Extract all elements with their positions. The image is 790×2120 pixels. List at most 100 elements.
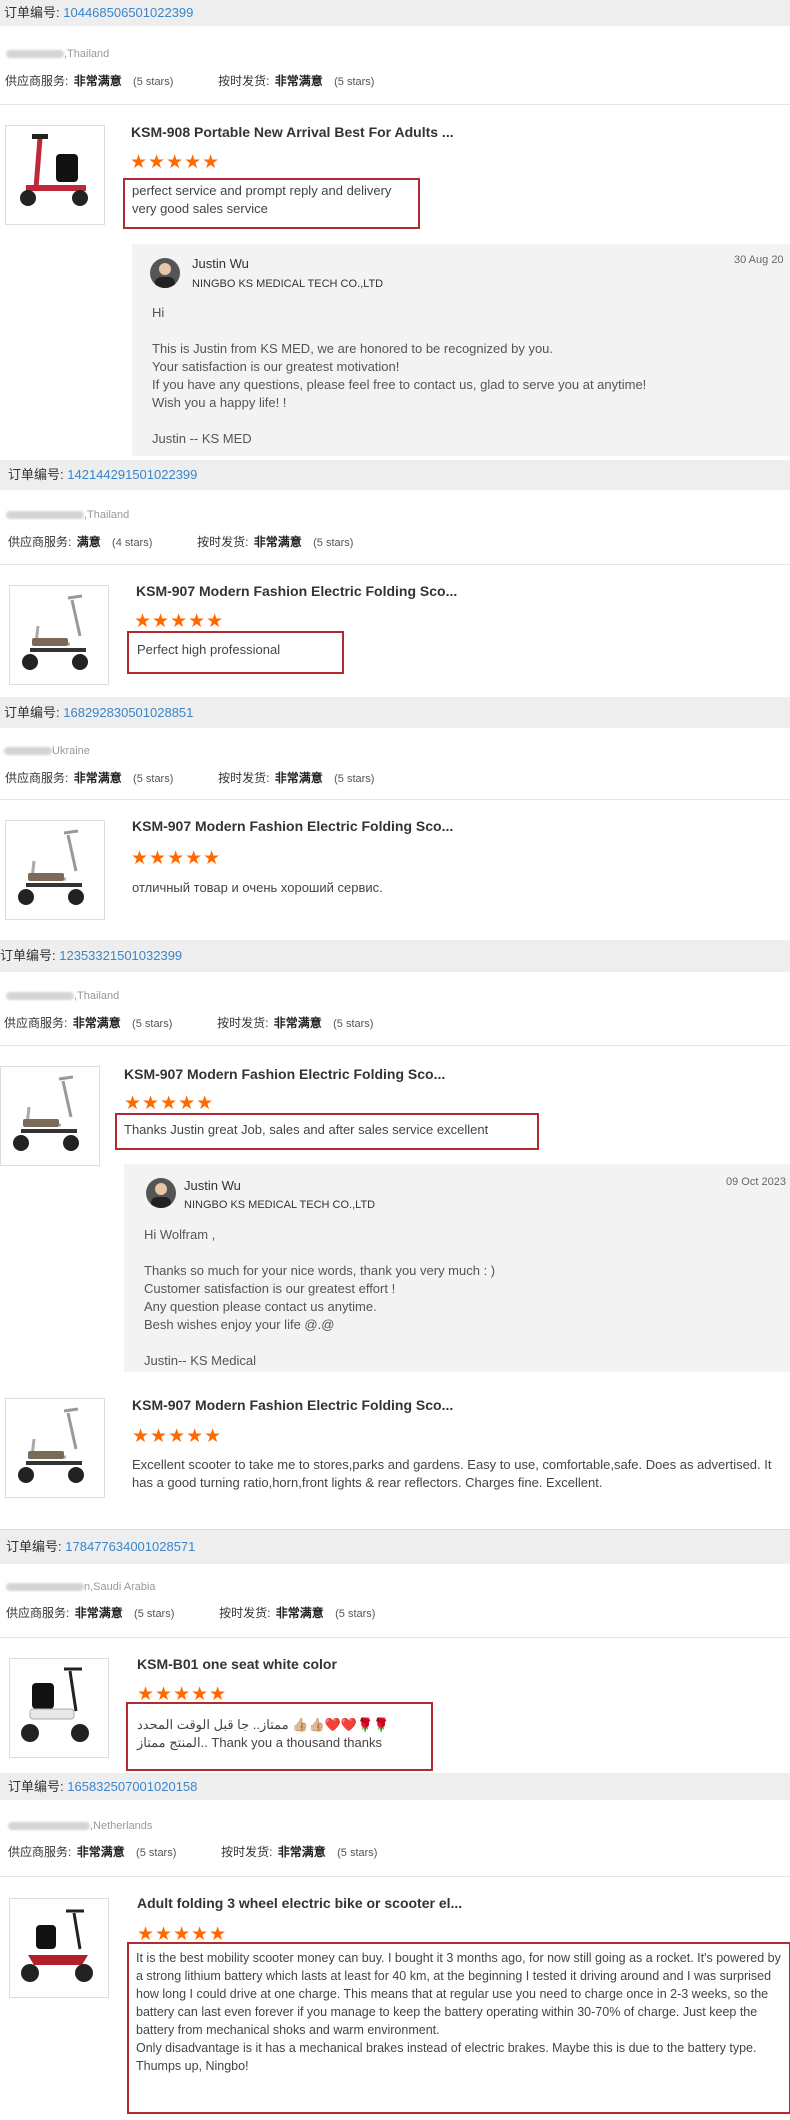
supplier-rating: 非常满意	[74, 1606, 123, 1620]
shipping-label: 按时发货:	[217, 1016, 269, 1030]
supplier-service-label: 供应商服务:	[8, 1845, 72, 1859]
shipping-rating: 非常满意	[277, 1845, 326, 1859]
supplier-rating: 满意	[76, 535, 101, 549]
supplier-rating: 非常满意	[72, 1016, 121, 1030]
supplier-stars: (4 stars)	[112, 537, 153, 549]
red-scooter-image	[20, 134, 88, 206]
product-thumbnail[interactable]	[9, 1658, 109, 1758]
review-text: perfect service and prompt reply and del…	[132, 183, 392, 216]
shipping-stars: (5 stars)	[335, 1608, 376, 1620]
reply-body: Hi This is Justin from KS MED, we are ho…	[152, 305, 647, 446]
divider	[0, 1045, 790, 1046]
ratings-row: 供应商服务: 非常满意 (5 stars) 按时发货: 非常满意 (5 star…	[5, 72, 374, 89]
shipping-rating: 非常满意	[273, 1016, 322, 1030]
product-thumbnail[interactable]	[5, 125, 105, 225]
seller-avatar	[150, 258, 180, 288]
order-number-link[interactable]: 168292830501028851	[63, 705, 193, 720]
blurred-name	[4, 747, 52, 756]
ratings-row: 供应商服务: 非常满意 (5 stars) 按时发货: 非常满意 (5 star…	[8, 1843, 377, 1860]
seller-avatar	[146, 1178, 176, 1208]
review-text: Perfect high professional	[137, 642, 281, 657]
reply-date: 09 Oct 2023	[726, 1176, 786, 1188]
ratings-row: 供应商服务: 非常满意 (5 stars) 按时发货: 非常满意 (5 star…	[4, 1014, 373, 1031]
folding-scooter-image	[22, 594, 88, 670]
supplier-rating: 非常满意	[73, 74, 122, 88]
customer-location: ,Thailand	[6, 48, 109, 60]
white-scooter-image	[21, 1667, 89, 1742]
star-rating: ★★★★★	[130, 152, 221, 173]
seller-reply: Justin Wu NINGBO KS MEDICAL TECH CO.,LTD…	[132, 244, 790, 456]
red-trike-image	[21, 1909, 93, 1982]
supplier-service-label: 供应商服务:	[5, 771, 69, 785]
customer-location: ,Netherlands	[8, 1820, 152, 1832]
order-number-link[interactable]: 178477634001028571	[65, 1539, 195, 1554]
order-header: 订单编号: 1044685065010223​99	[0, 0, 790, 26]
shipping-label: 按时发货:	[197, 535, 249, 549]
folding-scooter-image	[18, 829, 84, 905]
product-title-link[interactable]: KSM-B01 one seat white color	[137, 1656, 337, 1672]
order-header: 订单编号: 165832507001020158	[0, 1773, 790, 1800]
blurred-name	[6, 511, 84, 520]
avatar-icon	[155, 263, 175, 288]
product-title-link[interactable]: KSM-907 Modern Fashion Electric Folding …	[124, 1066, 445, 1082]
reply-date: 30 Aug 20	[734, 254, 784, 266]
supplier-stars: (5 stars)	[132, 1018, 173, 1030]
shipping-stars: (5 stars)	[334, 773, 375, 785]
blurred-name	[6, 992, 74, 1001]
supplier-service-label: 供应商服务:	[4, 1016, 68, 1030]
ratings-row: 供应商服务: 非常满意 (5 stars) 按时发货: 非常满意 (5 star…	[5, 769, 374, 786]
product-title-link[interactable]: KSM-907 Modern Fashion Electric Folding …	[132, 1397, 453, 1413]
order-header: 订单编号: 142144291501022399	[0, 460, 790, 490]
review-text: ممتاز.. جا قبل الوقت المحدد 👍🏼👍🏼❤️❤️🌹🌹 ا…	[137, 1717, 390, 1750]
order-number-link[interactable]: 12353321501032399	[59, 948, 182, 963]
blurred-name	[6, 1583, 84, 1592]
review-text: отличный товар и очень хороший сервис.	[132, 880, 383, 895]
divider	[0, 1876, 790, 1877]
product-title-link[interactable]: KSM-907 Modern Fashion Electric Folding …	[132, 818, 453, 834]
review-text: Thanks Justin great Job, sales and after…	[124, 1122, 489, 1137]
shipping-rating: 非常满意	[275, 1606, 324, 1620]
customer-location: ,Thailand	[6, 990, 119, 1002]
supplier-rating: 非常满意	[76, 1845, 125, 1859]
supplier-service-label: 供应商服务:	[6, 1606, 70, 1620]
shipping-stars: (5 stars)	[313, 537, 354, 549]
shipping-rating: 非常满意	[274, 771, 323, 785]
product-thumbnail[interactable]	[0, 1066, 100, 1166]
order-number-link[interactable]: 1044685065010223​99	[63, 5, 193, 20]
product-thumbnail[interactable]	[5, 1398, 105, 1498]
product-thumbnail[interactable]	[9, 1898, 109, 1998]
star-rating: ★★★★★	[134, 611, 225, 632]
ratings-row: 供应商服务: 满意 (4 stars) 按时发货: 非常满意 (5 stars)	[8, 533, 353, 550]
supplier-stars: (5 stars)	[136, 1847, 177, 1859]
supplier-stars: (5 stars)	[133, 773, 174, 785]
divider	[0, 564, 790, 565]
shipping-stars: (5 stars)	[334, 76, 375, 88]
shipping-rating: 非常满意	[253, 535, 302, 549]
reply-author: Justin Wu	[192, 256, 249, 271]
divider	[0, 799, 790, 800]
product-thumbnail[interactable]	[5, 820, 105, 920]
reply-author: Justin Wu	[184, 1178, 241, 1193]
shipping-label: 按时发货:	[221, 1845, 273, 1859]
order-number-link[interactable]: 165832507001020158	[67, 1779, 197, 1794]
order-label: 订单编号:	[6, 1539, 62, 1554]
order-label: 订单编号:	[4, 705, 60, 720]
product-title-link[interactable]: KSM-907 Modern Fashion Electric Folding …	[136, 583, 457, 599]
seller-reply: Justin Wu NINGBO KS MEDICAL TECH CO.,LTD…	[124, 1164, 790, 1372]
review-text: Excellent scooter to take me to stores,p…	[132, 1457, 772, 1490]
order-label: 订单编号:	[8, 467, 64, 482]
product-thumbnail[interactable]	[9, 585, 109, 685]
reply-company: NINGBO KS MEDICAL TECH CO.,LTD	[184, 1199, 376, 1211]
product-title-link[interactable]: Adult folding 3 wheel electric bike or s…	[137, 1895, 462, 1911]
reply-company: NINGBO KS MEDICAL TECH CO.,LTD	[192, 278, 384, 290]
order-label: 订单编号:	[8, 1779, 64, 1794]
order-header: 订单编号: 178477634001028571	[0, 1529, 790, 1564]
star-rating: ★★★★★	[132, 1426, 223, 1447]
product-title-link[interactable]: KSM-908 Portable New Arrival Best For Ad…	[131, 124, 454, 140]
shipping-stars: (5 stars)	[337, 1847, 378, 1859]
avatar-icon	[151, 1183, 171, 1208]
star-rating: ★★★★★	[131, 848, 222, 869]
order-number-link[interactable]: 142144291501022399	[67, 467, 197, 482]
supplier-service-label: 供应商服务:	[5, 74, 69, 88]
order-header: 订单编号: 12353321501032399	[0, 940, 790, 972]
